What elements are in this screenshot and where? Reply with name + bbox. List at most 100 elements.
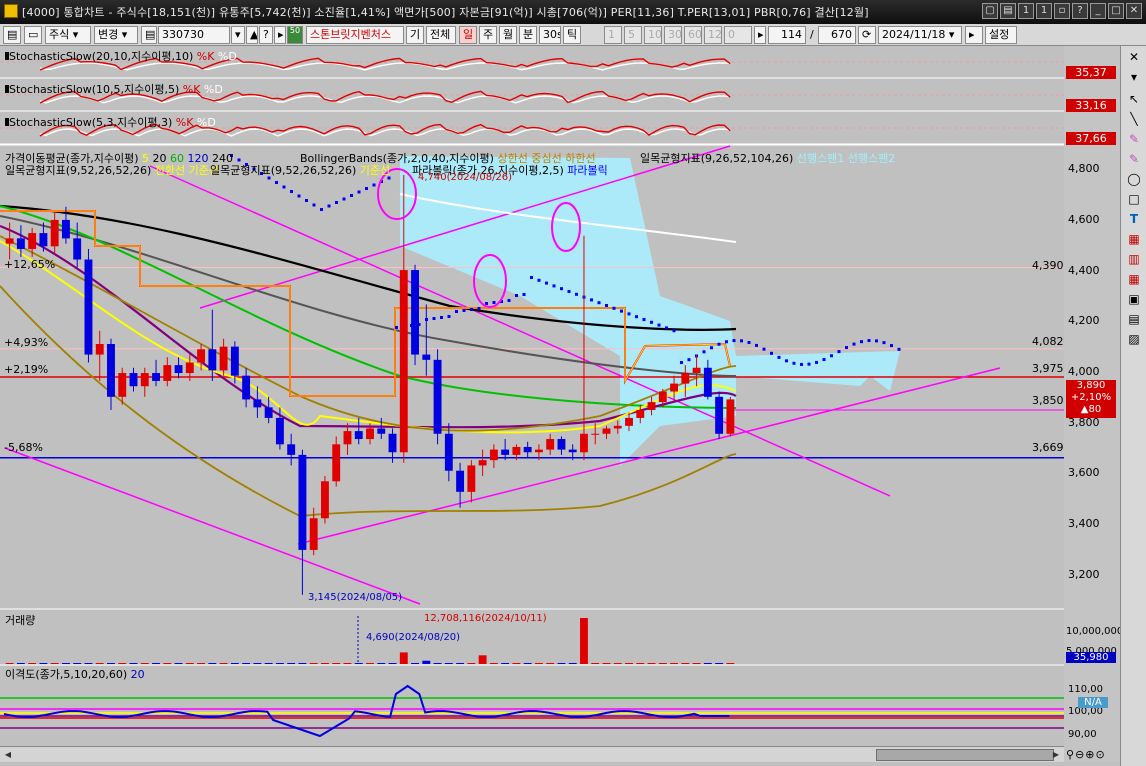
zoom-tool-icon[interactable]: ⚲ <box>1066 748 1074 761</box>
volume-bar <box>84 663 93 664</box>
step-5-button[interactable]: 5 <box>624 26 642 44</box>
range-all-button[interactable]: 전체 <box>426 26 456 44</box>
close-icon[interactable]: ✕ <box>1126 3 1142 19</box>
tool-fibonacci-icon[interactable]: ▥ <box>1124 250 1144 268</box>
tool-text-icon[interactable]: T <box>1124 210 1144 228</box>
tool-expand-icon[interactable]: ▾ <box>1124 68 1144 86</box>
candle-body <box>197 349 206 363</box>
volume-bar <box>343 663 352 664</box>
disparity-axis-tick-1: 110,00 <box>1068 684 1103 695</box>
step-30-button[interactable]: 30 <box>664 26 682 44</box>
tray-icon[interactable]: ▫ <box>1054 3 1070 19</box>
change-select[interactable]: 변경 ▾ <box>94 26 138 44</box>
tool-grid-icon[interactable]: ▦ <box>1124 270 1144 288</box>
tool-ruler-icon[interactable]: ▦ <box>1124 230 1144 248</box>
zoom-controls: ⚲ ⊖ ⊕ ⊙ <box>1066 746 1120 762</box>
tab-30s[interactable]: 30s <box>539 26 561 44</box>
maximize-icon[interactable]: □ <box>1108 3 1124 19</box>
zoom-reset-icon[interactable]: ⊙ <box>1096 748 1105 761</box>
candle-body <box>39 233 48 247</box>
date-picker[interactable]: 2024/11/18 ▾ <box>878 26 962 44</box>
help-icon[interactable]: ? <box>1072 3 1088 19</box>
tab-monthly[interactable]: 월 <box>499 26 517 44</box>
candle-body <box>681 373 690 384</box>
candle-body <box>411 270 419 355</box>
scroll-left-icon[interactable]: ◀ <box>2 749 14 761</box>
total-input[interactable]: 670 <box>818 26 856 44</box>
candle-body <box>625 417 633 426</box>
scroll-right-icon[interactable]: ▶ <box>1050 749 1062 761</box>
parabolic-sar-dot <box>470 308 473 311</box>
find-icon[interactable]: ? <box>259 26 273 44</box>
parabolic-sar-dot <box>605 304 608 307</box>
tool-ellipse-icon[interactable]: ◯ <box>1124 170 1144 188</box>
volume-bar <box>591 663 600 664</box>
zoom-in-icon[interactable]: ⊕ <box>1085 748 1094 761</box>
tool-collapse-icon[interactable]: ✕ <box>1124 48 1144 66</box>
parabolic-sar-dot <box>305 199 308 202</box>
chart-area[interactable]: StochasticSlow(20,10,지수이평,10) %K %D Stoc… <box>0 46 1064 762</box>
chart-type-button[interactable]: 기 <box>406 26 424 44</box>
tool-line-icon[interactable]: ╲ <box>1124 110 1144 128</box>
tile-icon[interactable]: 1 <box>1018 3 1034 19</box>
step-60-button[interactable]: 60 <box>684 26 702 44</box>
step-50-button[interactable]: 50 <box>287 26 303 44</box>
parabolic-sar-dot <box>350 194 353 197</box>
parabolic-sar-dot <box>822 358 826 362</box>
next-icon[interactable]: ▸ <box>274 26 286 44</box>
code-input[interactable]: 330730 <box>158 26 230 44</box>
tool-marker-icon[interactable]: ✎ <box>1124 150 1144 168</box>
candle-body <box>208 349 217 371</box>
tool-chart-icon[interactable]: ▣ <box>1124 290 1144 308</box>
refresh-icon[interactable]: ⟳ <box>858 26 876 44</box>
tool-cursor-icon[interactable]: ↖ <box>1124 90 1144 108</box>
volume-bar <box>73 663 82 664</box>
step-10-button[interactable]: 10 <box>644 26 662 44</box>
interval-stepper[interactable]: 0 <box>724 26 752 44</box>
tab-tick[interactable]: 틱 <box>563 26 581 44</box>
tool-table-icon[interactable]: ▤ <box>1124 310 1144 328</box>
tab-daily[interactable]: 일 <box>459 26 477 44</box>
volume-bar <box>546 663 555 664</box>
candle-body <box>275 417 284 445</box>
tab-minute[interactable]: 분 <box>519 26 537 44</box>
market-select[interactable]: 주식 ▾ <box>45 26 91 44</box>
parabolic-sar-dot <box>845 346 848 350</box>
minimize-icon[interactable]: _ <box>1090 3 1106 19</box>
volume-bar <box>467 663 476 664</box>
tool-delete-icon[interactable]: ▨ <box>1124 330 1144 348</box>
stepper-arrows-icon[interactable]: ▸ <box>754 26 766 44</box>
parabolic-sar-dot <box>590 298 593 302</box>
horizontal-scrollbar[interactable]: ◀ ▶ <box>0 746 1064 762</box>
layout-icon[interactable]: 1 <box>1036 3 1052 19</box>
menu-icon[interactable]: ▤ <box>3 26 21 44</box>
split-icon[interactable]: ▤ <box>1000 3 1016 19</box>
volume-bar <box>230 663 239 664</box>
tool-rectangle-icon[interactable]: □ <box>1124 190 1144 208</box>
zoom-out-icon[interactable]: ⊖ <box>1075 748 1084 761</box>
parabolic-sar-dot <box>515 294 518 297</box>
scroll-thumb[interactable] <box>876 749 1054 761</box>
volume-bar <box>107 663 115 664</box>
tab-weekly[interactable]: 주 <box>479 26 497 44</box>
step-1-button[interactable]: 1 <box>604 26 622 44</box>
period-button[interactable]: ▸ <box>965 26 983 44</box>
price-axis[interactable]: 4,800 4,600 4,400 4,200 4,000 3,800 3,60… <box>1064 46 1123 762</box>
prev-code-icon[interactable]: ▲ <box>246 26 258 44</box>
settings-button[interactable]: 설정 <box>985 26 1017 44</box>
step-120-button[interactable]: 120 <box>704 26 722 44</box>
stock-name-field[interactable]: 스톤브릿지벤처스 <box>306 26 404 44</box>
volume-bar <box>163 663 172 664</box>
count-input[interactable]: 114 <box>768 26 806 44</box>
candle-body <box>444 433 453 471</box>
restore-icon[interactable]: ▢ <box>982 3 998 19</box>
volume-bar <box>197 663 206 664</box>
candle-body <box>388 433 397 453</box>
copy-icon[interactable]: ▭ <box>24 26 42 44</box>
tool-pen-icon[interactable]: ✎ <box>1124 130 1144 148</box>
parabolic-sar-dot <box>282 185 286 189</box>
code-dropdown-icon[interactable]: ▾ <box>231 26 245 44</box>
search-icon[interactable]: ▤ <box>141 26 157 44</box>
candle-body <box>73 238 82 260</box>
volume-bar <box>636 663 645 664</box>
